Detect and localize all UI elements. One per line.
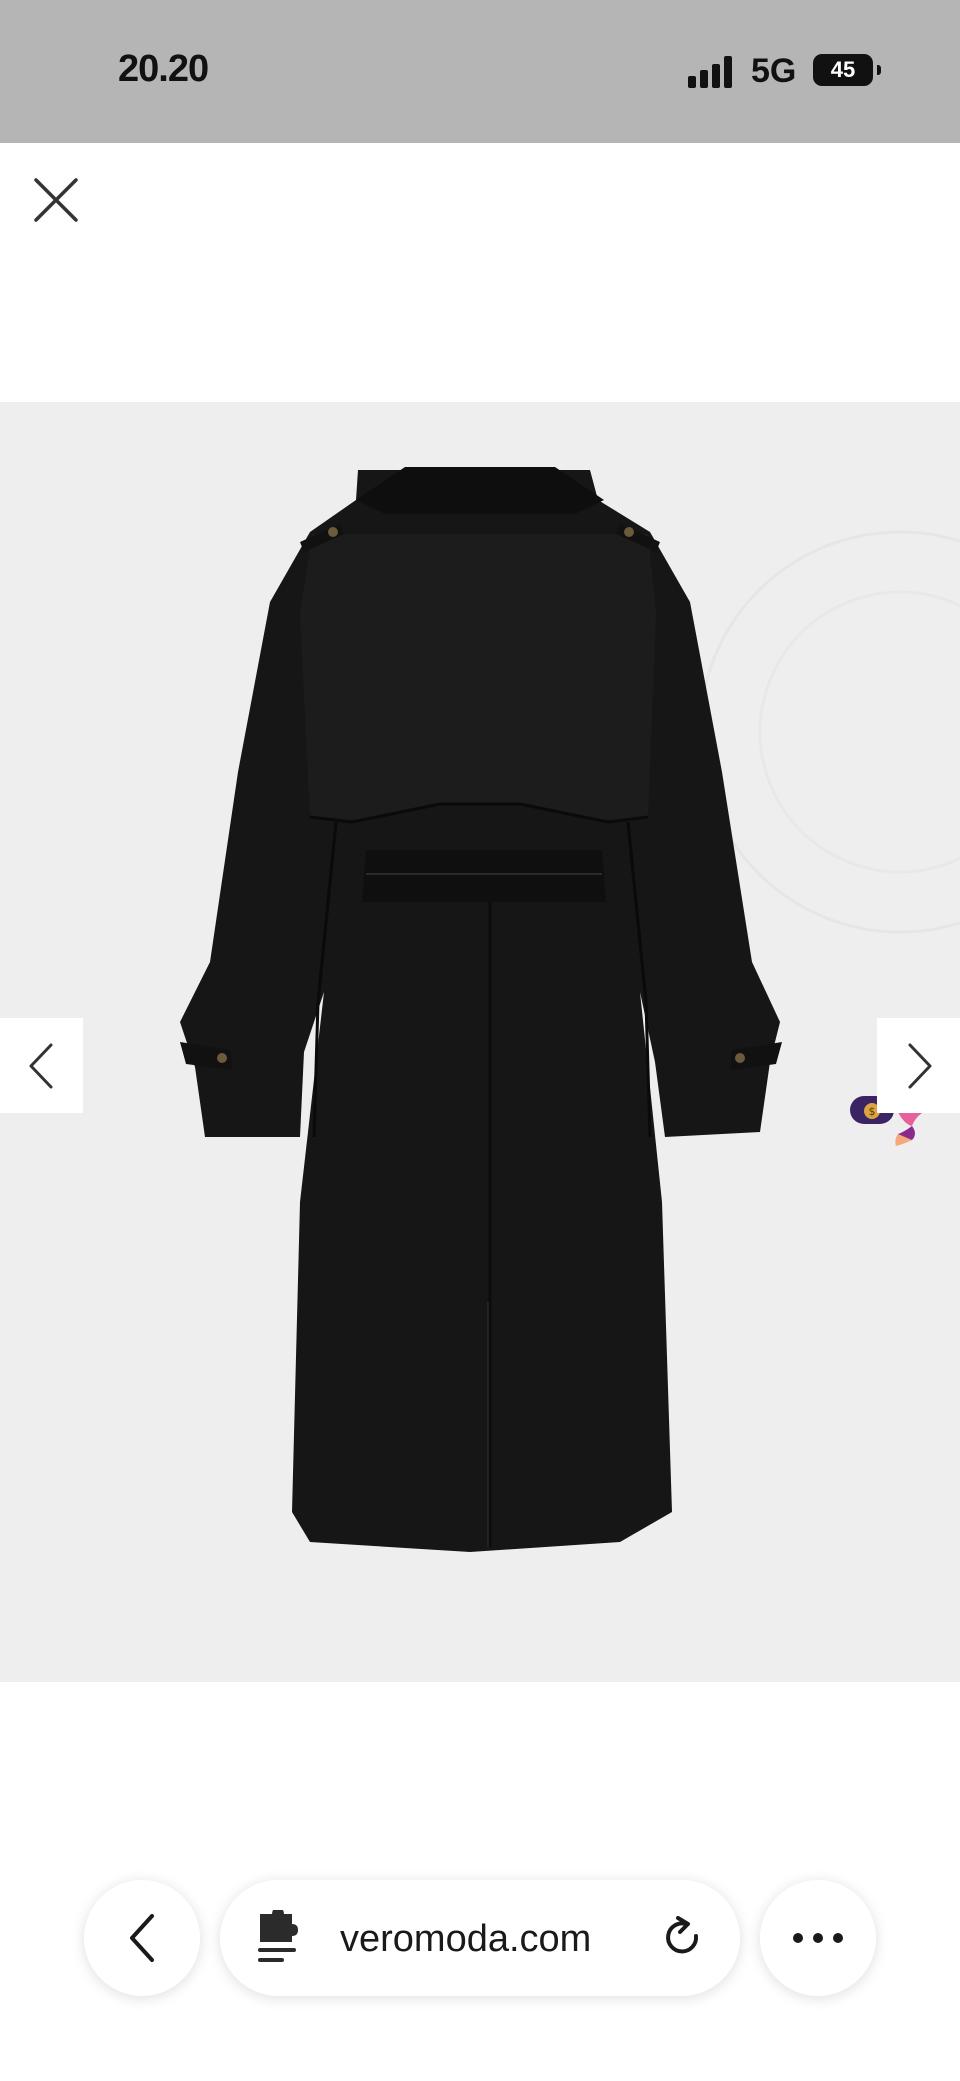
close-button[interactable] — [26, 170, 86, 230]
back-arrow-icon — [130, 1914, 154, 1962]
gallery-next-button[interactable] — [877, 1018, 960, 1113]
puzzle-page-icon[interactable] — [256, 1910, 298, 1966]
gallery-prev-button[interactable] — [0, 1018, 83, 1113]
browser-toolbar: veromoda.com — [0, 1860, 960, 2020]
url-text: veromoda.com — [340, 1918, 592, 1960]
chevron-left-icon — [29, 1043, 52, 1088]
product-gallery: $ — [0, 402, 960, 1682]
battery-icon: 45 — [813, 54, 881, 86]
network-type: 5G — [751, 52, 797, 90]
back-button[interactable] — [84, 1880, 200, 1996]
svg-text:$: $ — [869, 1105, 876, 1118]
chevron-right-icon — [908, 1043, 931, 1088]
status-bar: 20.20 5G 45 — [0, 0, 960, 143]
more-dots-icon — [793, 1933, 843, 1943]
signal-icon — [688, 56, 738, 88]
address-bar[interactable]: veromoda.com — [220, 1880, 740, 1996]
status-time: 20.20 — [118, 48, 209, 90]
close-icon — [34, 178, 78, 222]
product-image — [180, 467, 960, 1552]
more-options-button[interactable] — [760, 1880, 876, 1996]
reload-icon[interactable] — [660, 1916, 704, 1960]
